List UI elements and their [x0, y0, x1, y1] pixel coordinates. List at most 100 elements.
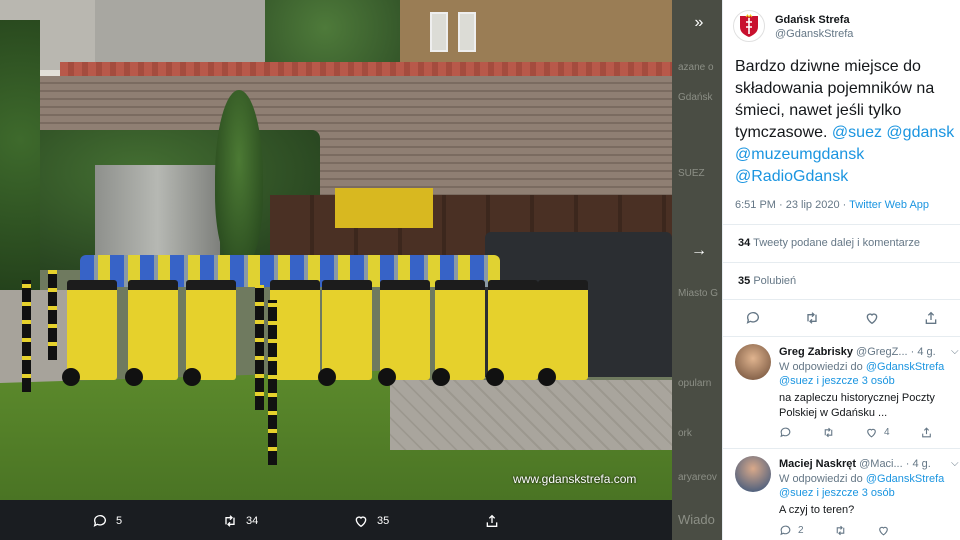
reply-author-name: Maciej Naskręt: [779, 458, 857, 470]
photo-bin-wheel: [125, 368, 143, 386]
reply-context-others[interactable]: @suez i jeszcze 3 osób: [779, 487, 895, 499]
mention-link[interactable]: @muzeumgdansk: [735, 146, 864, 163]
reply-retweet-button[interactable]: [834, 524, 847, 537]
tweet-header[interactable]: Gdańsk Strefa @GdanskStrefa: [733, 10, 853, 42]
photo-bin-wheel: [432, 368, 450, 386]
photo-yellow-bin: [380, 280, 430, 380]
heart-icon: [355, 516, 367, 528]
reply-icon: [780, 427, 791, 438]
reply-context: W odpowiedzi do @GdanskStrefa: [779, 473, 944, 485]
photo-post: [268, 300, 277, 465]
reply-like-button[interactable]: [877, 524, 890, 537]
reply-retweet-button[interactable]: [822, 426, 835, 439]
divider: [723, 336, 960, 337]
underlying-page-strip: azane o Gdańsk SUEZ Miasto G opularn ork…: [672, 0, 722, 540]
photo-yellow-bin: [67, 280, 117, 380]
mention-link[interactable]: @suez: [832, 124, 882, 141]
retweet-icon[interactable]: [804, 310, 820, 326]
reply-context-others[interactable]: @suez i jeszcze 3 osób: [779, 375, 895, 387]
reply-context-mention[interactable]: @GdanskStrefa: [866, 473, 944, 485]
photo-like-count: 35: [377, 515, 390, 527]
photo-watermark: www.gdanskstrefa.com: [513, 472, 637, 486]
retweet-stats[interactable]: 34 Tweety podane dalej i komentarze: [738, 237, 920, 249]
photo-yellow-bin: [128, 280, 178, 380]
reply-reply-button[interactable]: [779, 426, 792, 439]
reply-like-count: 4: [884, 427, 890, 438]
photo-bin-wheel: [183, 368, 201, 386]
ghost-text: SUEZ: [678, 168, 705, 179]
avatar[interactable]: [735, 344, 771, 380]
photo-ivy-left: [0, 20, 40, 320]
arrow-right-icon: →: [691, 242, 707, 259]
reply-share-button[interactable]: [920, 426, 933, 439]
reply-author[interactable]: Greg Zabrisky @GregZ... · 4 g.: [779, 346, 936, 358]
author-handle[interactable]: @GdanskStrefa: [775, 28, 853, 40]
mention-link[interactable]: @RadioGdansk: [735, 168, 848, 185]
author-name[interactable]: Gdańsk Strefa: [775, 14, 853, 26]
photo-post: [48, 270, 57, 360]
reply-actions: 4: [779, 426, 933, 439]
chevron-down-icon[interactable]: ⌵: [951, 346, 959, 357]
reply-author-handle: @Maci...: [859, 458, 903, 470]
photo-bin-wheel: [62, 368, 80, 386]
photo-relief-sculpture: [95, 165, 220, 255]
reply-reply-count: 2: [798, 525, 804, 536]
divider: [723, 299, 960, 300]
photo-trees: [265, 0, 415, 70]
tweet-source-app[interactable]: Twitter Web App: [849, 199, 929, 211]
divider: [723, 224, 960, 225]
tweet-panel: Gdańsk Strefa @GdanskStrefa Bardzo dziwn…: [722, 0, 960, 540]
chevron-down-icon[interactable]: ⌵: [951, 458, 959, 469]
ghost-text: ork: [678, 428, 692, 439]
collapse-panel-button[interactable]: »: [682, 6, 716, 40]
reply-context-more: @suez i jeszcze 3 osób: [779, 375, 895, 387]
avatar[interactable]: [735, 456, 771, 492]
photo-yellow-bin: [322, 280, 372, 380]
reply-author[interactable]: Maciej Naskręt @Maci... · 4 g.: [779, 458, 931, 470]
reply-item[interactable]: Maciej Naskręt @Maci... · 4 g. ⌵ W odpow…: [723, 456, 960, 540]
like-stats[interactable]: 35 Polubień: [738, 275, 796, 287]
avatar[interactable]: [733, 10, 765, 42]
reply-author-name: Greg Zabrisky: [779, 346, 853, 358]
photo-yellow-bin: [538, 280, 588, 380]
ghost-text: aryareov: [678, 472, 717, 483]
like-stat-count: 35: [738, 275, 751, 287]
reply-actions: 2: [779, 524, 890, 537]
reply-context-more: @suez i jeszcze 3 osób: [779, 487, 895, 499]
reply-icon[interactable]: [745, 310, 761, 326]
photo-retweet-button[interactable]: 34: [222, 513, 258, 529]
reply-context-mention[interactable]: @GdanskStrefa: [866, 361, 944, 373]
photo-like-button[interactable]: 35: [353, 513, 389, 529]
next-image-button[interactable]: →: [682, 234, 716, 268]
share-icon[interactable]: [923, 310, 939, 326]
reply-item[interactable]: Greg Zabrisky @GregZ... · 4 g. ⌵ W odpow…: [723, 344, 960, 444]
tweet-timestamp[interactable]: 6:51 PM · 23 lip 2020 ·: [735, 199, 846, 211]
photo-cypress: [215, 90, 263, 265]
photo-yellow-bin: [270, 280, 320, 380]
photo-bin-wheel: [318, 368, 336, 386]
photo-building-right: [400, 0, 672, 70]
retweet-icon: [824, 427, 833, 438]
photo-yellow-bin: [186, 280, 236, 380]
reply-age: · 4 g.: [905, 458, 931, 470]
tweet-actions: [723, 310, 960, 326]
heart-icon[interactable]: [864, 310, 880, 326]
ghost-text: Miasto G: [678, 288, 719, 299]
reply-context-label: W odpowiedzi do: [779, 473, 863, 485]
mention-link[interactable]: @gdansk: [886, 124, 954, 141]
photo-bin-wheel: [538, 368, 556, 386]
photo-window: [458, 12, 476, 52]
tweet-meta: 6:51 PM · 23 lip 2020 · Twitter Web App: [735, 199, 929, 211]
reply-icon: [780, 525, 791, 536]
share-icon: [921, 427, 931, 438]
reply-author-handle: @GregZ...: [856, 346, 908, 358]
tweet-text: Bardzo dziwne miejsce do składowania poj…: [735, 56, 960, 188]
tweet-photo[interactable]: www.gdanskstrefa.com: [0, 0, 672, 500]
reply-text: A czyj to teren?: [779, 504, 855, 516]
reply-reply-button[interactable]: 2: [779, 524, 804, 537]
photo-window: [430, 12, 448, 52]
reply-like-button[interactable]: 4: [865, 426, 890, 439]
photo-reply-button[interactable]: 5: [92, 513, 122, 529]
photo-share-button[interactable]: [484, 513, 500, 529]
like-stat-label: Polubień: [753, 275, 797, 287]
